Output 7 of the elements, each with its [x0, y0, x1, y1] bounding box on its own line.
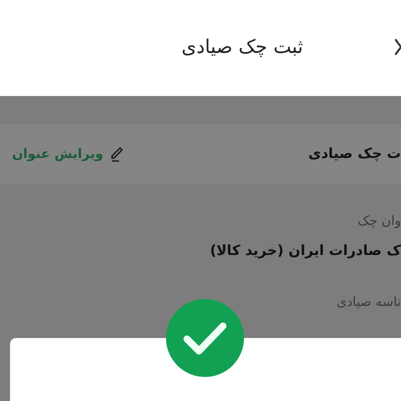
field-label: ناسه صیادی — [336, 295, 401, 310]
edit-title-link[interactable]: ویرایش عنوان — [12, 146, 126, 162]
pencil-icon — [109, 146, 126, 162]
field-label: وان چک — [358, 214, 401, 229]
field-value: ک صادرات ایران (خرید کالا) — [210, 243, 401, 259]
check-title: ت چک صیادی — [308, 146, 401, 162]
page-title: ثبت چک صیادی — [182, 36, 303, 58]
